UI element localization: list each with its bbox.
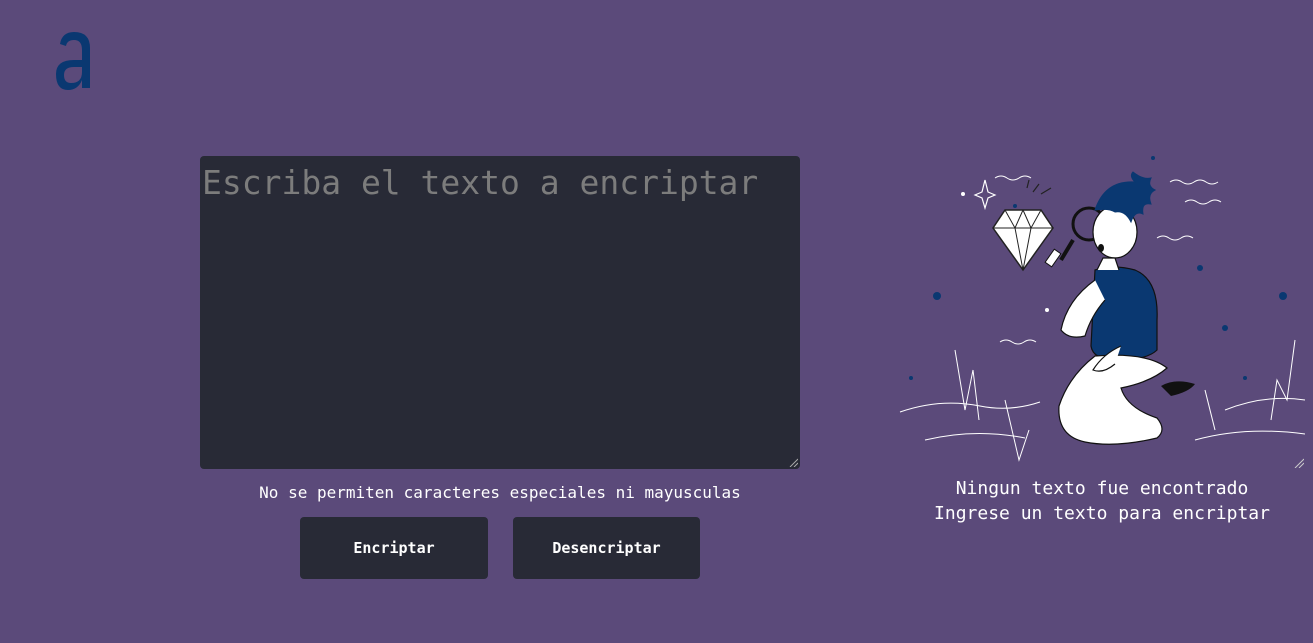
app-page: No se permiten caracteres especiales ni …	[0, 0, 1313, 643]
text-input[interactable]	[200, 156, 800, 469]
person-with-magnifier-illustration	[899, 156, 1306, 462]
empty-result-subtitle: Ingrese un texto para encriptar	[934, 503, 1270, 524]
input-warning-text: No se permiten caracteres especiales ni …	[259, 483, 741, 502]
empty-result-title: Ningun texto fue encontrado	[955, 478, 1249, 499]
decrypt-button[interactable]: Desencriptar	[513, 517, 700, 579]
output-resize-handle-icon[interactable]	[1294, 458, 1304, 468]
alura-logo-icon[interactable]	[52, 30, 96, 92]
resize-handle-icon[interactable]	[789, 458, 798, 467]
text-input-container	[200, 156, 800, 469]
encrypt-button[interactable]: Encriptar	[300, 517, 488, 579]
empty-result-message: Ningun texto fue encontrado Ingrese un t…	[900, 476, 1304, 526]
